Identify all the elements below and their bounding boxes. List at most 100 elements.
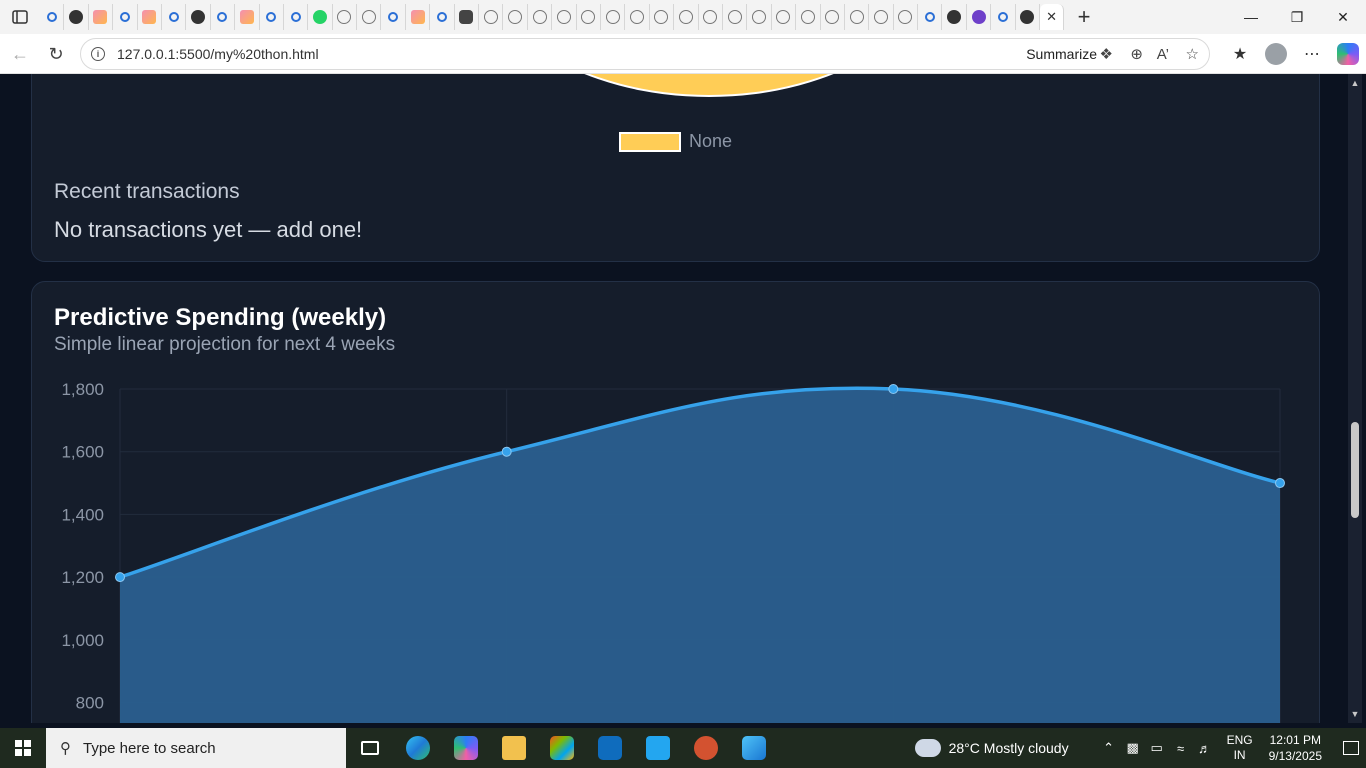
close-window-button[interactable]: ✕ [1320, 0, 1366, 34]
back-button[interactable]: ← [2, 36, 38, 72]
browser-tab[interactable] [772, 4, 797, 30]
y-tick-label: 1,000 [61, 631, 104, 650]
clock[interactable]: 12:01 PM 9/13/2025 [1269, 732, 1322, 764]
meet-now-icon[interactable]: ▩ [1121, 740, 1145, 756]
summarize-button[interactable]: Summarize [1026, 46, 1097, 62]
file-explorer-icon[interactable] [490, 728, 538, 768]
browser-tab[interactable] [625, 4, 650, 30]
read-aloud-icon[interactable]: A’ [1157, 46, 1169, 63]
browser-tab[interactable] [869, 4, 894, 30]
empty-transactions-text: No transactions yet — add one! [54, 217, 363, 242]
browser-tab[interactable] [430, 4, 455, 30]
browser-tab[interactable] [796, 4, 821, 30]
powerpoint-icon[interactable] [682, 728, 730, 768]
vscode-icon[interactable] [634, 728, 682, 768]
scroll-up-arrow[interactable]: ▲ [1350, 78, 1360, 88]
scroll-down-arrow[interactable]: ▼ [1350, 709, 1360, 719]
browser-tab[interactable] [333, 4, 358, 30]
active-tab[interactable]: ✕ [1040, 4, 1065, 30]
browser-tab[interactable] [284, 4, 309, 30]
browser-tab[interactable] [138, 4, 162, 30]
copilot-button[interactable] [1330, 36, 1366, 72]
browser-tab[interactable] [942, 4, 967, 30]
y-tick-label: 1,200 [61, 568, 104, 587]
copilot-app-icon[interactable] [442, 728, 490, 768]
browser-tab[interactable] [186, 4, 211, 30]
area-fill [120, 388, 1280, 723]
browser-tab[interactable] [577, 4, 601, 30]
language-indicator[interactable]: ENG IN [1227, 733, 1253, 763]
address-bar[interactable]: i 127.0.0.1:5500/my%20thon.html Summariz… [80, 38, 1210, 70]
browser-tab[interactable] [650, 4, 675, 30]
browser-tab[interactable] [89, 4, 114, 30]
browser-tab[interactable] [845, 4, 870, 30]
browser-tab[interactable] [699, 4, 723, 30]
browser-tab[interactable] [162, 4, 187, 30]
browser-tab[interactable] [674, 4, 699, 30]
scroll-thumb[interactable] [1351, 422, 1359, 518]
copilot-summarize-icon[interactable]: ❖ [1100, 45, 1113, 63]
tab-strip: ✕ + — ❐ ✕ [0, 0, 1366, 34]
favorites-icon[interactable]: ★ [1222, 36, 1258, 72]
legend-swatch[interactable] [619, 131, 681, 152]
browser-tab[interactable] [747, 4, 772, 30]
refresh-button[interactable]: ↻ [38, 36, 74, 72]
browser-tab[interactable] [381, 4, 406, 30]
more-menu-icon[interactable]: ⋯ [1294, 36, 1330, 72]
notifications-button[interactable] [1336, 728, 1366, 768]
store-icon[interactable] [538, 728, 586, 768]
site-info-icon[interactable]: i [91, 47, 105, 61]
browser-tab[interactable] [552, 4, 577, 30]
browser-toolbar: ← ↻ i 127.0.0.1:5500/my%20thon.html Summ… [0, 34, 1366, 74]
outlook-icon[interactable] [586, 728, 634, 768]
page-scrollbar[interactable]: ▲ ▼ [1348, 74, 1362, 723]
browser-tab[interactable] [113, 4, 138, 30]
globe-icon [776, 10, 791, 24]
photos-icon[interactable] [730, 728, 778, 768]
copilot-icon [1337, 43, 1359, 65]
browser-tab[interactable] [308, 4, 333, 30]
browser-tab[interactable] [211, 4, 236, 30]
y-tick-label: 800 [76, 694, 104, 713]
browser-tab[interactable] [260, 4, 284, 30]
globe-icon [556, 10, 571, 24]
browser-tab[interactable] [601, 4, 626, 30]
favorite-star-icon[interactable]: ☆ [1186, 45, 1199, 63]
browser-tab[interactable] [503, 4, 528, 30]
new-tab-button[interactable]: + [1064, 0, 1104, 34]
edge-icon[interactable] [394, 728, 442, 768]
browser-tab[interactable] [967, 4, 992, 30]
weather-cloud-icon[interactable] [914, 739, 941, 757]
volume-muted-icon[interactable]: ♬ [1193, 741, 1217, 756]
start-button[interactable] [0, 728, 46, 768]
restore-button[interactable]: ❐ [1274, 0, 1320, 34]
browser-tab[interactable] [40, 4, 65, 30]
taskbar-search[interactable]: ⚲ Type here to search [46, 728, 346, 768]
browser-tab[interactable] [723, 4, 748, 30]
browser-tab[interactable] [894, 4, 919, 30]
browser-tab[interactable] [479, 4, 504, 30]
browser-tab[interactable] [1016, 4, 1041, 30]
pie-slice-none[interactable] [474, 74, 944, 97]
tab-actions-button[interactable] [0, 0, 40, 34]
browser-tab[interactable] [235, 4, 260, 30]
browser-tab[interactable] [64, 4, 89, 30]
wifi-icon[interactable]: ≈ [1169, 741, 1193, 756]
browser-tab[interactable] [918, 4, 943, 30]
profile-button[interactable] [1258, 36, 1294, 72]
browser-tab[interactable] [406, 4, 431, 30]
battery-icon[interactable]: ▭ [1145, 740, 1169, 756]
browser-tab[interactable] [991, 4, 1016, 30]
task-view-icon[interactable] [346, 728, 394, 768]
browser-tab[interactable] [528, 4, 553, 30]
weather-text[interactable]: 28°C Mostly cloudy [949, 740, 1069, 756]
close-tab-icon[interactable]: ✕ [1046, 9, 1057, 25]
show-hidden-icons-icon[interactable]: ⌃ [1097, 740, 1121, 756]
minimize-button[interactable]: — [1228, 0, 1274, 34]
browser-tab[interactable] [357, 4, 382, 30]
zoom-icon[interactable]: ⊕ [1130, 45, 1143, 63]
search-icon [924, 12, 935, 22]
browser-tab[interactable] [821, 4, 845, 30]
browser-tab[interactable] [455, 4, 480, 30]
data-point [1275, 478, 1285, 489]
